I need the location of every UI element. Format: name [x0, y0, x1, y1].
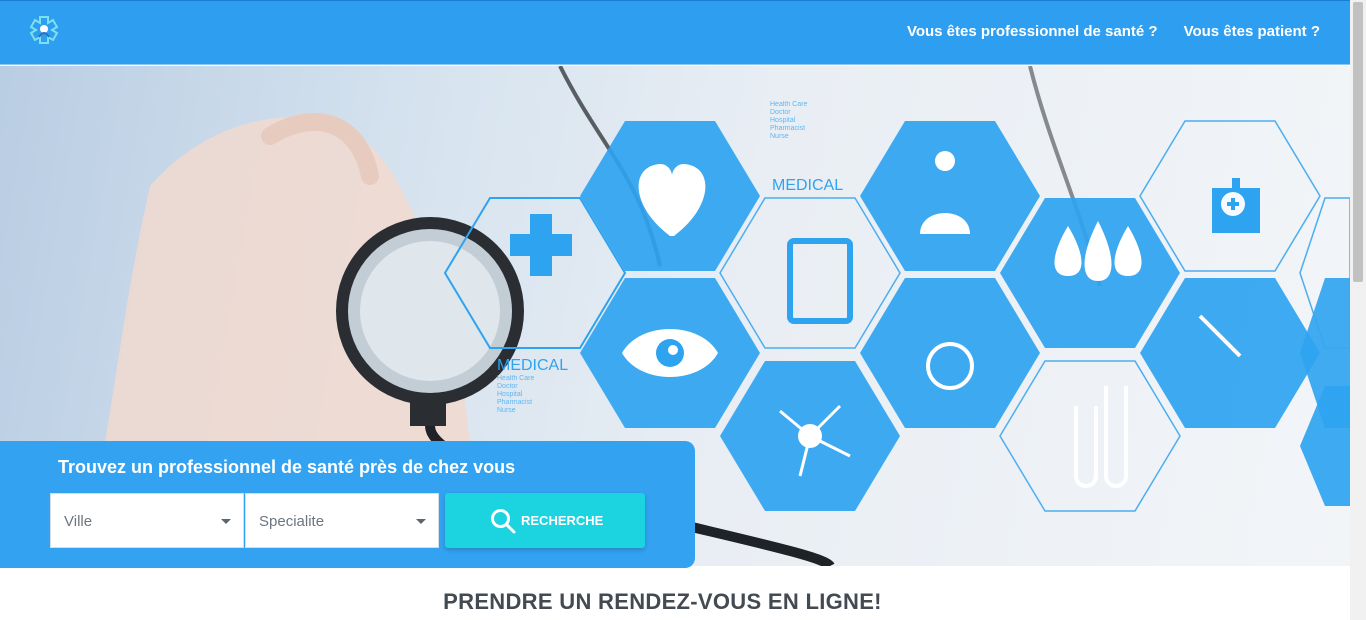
svg-text:Nurse: Nurse — [770, 133, 789, 140]
city-select[interactable]: Ville — [50, 493, 244, 548]
svg-text:Pharmacist: Pharmacist — [770, 125, 805, 132]
search-panel: Trouvez un professionnel de santé près d… — [0, 441, 695, 568]
svg-text:Hospital: Hospital — [497, 391, 523, 398]
search-button[interactable]: RECHERCHE — [445, 493, 645, 548]
svg-text:Health Care: Health Care — [770, 101, 807, 108]
nav-link-professional[interactable]: Vous êtes professionnel de santé ? — [907, 23, 1158, 40]
svg-text:Doctor: Doctor — [770, 109, 791, 116]
svg-text:Health Care: Health Care — [497, 375, 534, 382]
logo-icon[interactable] — [28, 13, 60, 45]
section-title: PRENDRE UN RENDEZ-VOUS EN LIGNE! — [443, 589, 882, 614]
top-navbar: Vous êtes professionnel de santé ? Vous … — [0, 0, 1350, 65]
chevron-down-icon — [221, 519, 231, 524]
chevron-down-icon — [416, 519, 426, 524]
city-select-placeholder: Ville — [64, 513, 93, 530]
search-button-label: RECHERCHE — [521, 513, 604, 528]
nav-link-patient[interactable]: Vous êtes patient ? — [1184, 23, 1320, 40]
page-scrollbar[interactable] — [1350, 0, 1366, 620]
svg-text:Hospital: Hospital — [770, 117, 796, 124]
hex-label-medical-top: MEDICAL — [772, 177, 843, 194]
hex-small-words-bottom: Health Care Doctor Hospital Pharmacist N… — [497, 375, 534, 414]
svg-text:Nurse: Nurse — [497, 407, 516, 414]
hex-label-medical-bottom: MEDICAL — [497, 357, 568, 374]
search-icon — [491, 509, 516, 534]
specialty-select-placeholder: Specialite — [259, 513, 325, 530]
scrollbar-thumb[interactable] — [1353, 2, 1363, 282]
main-nav: Vous êtes professionnel de santé ? Vous … — [907, 23, 1320, 40]
specialty-select[interactable]: Specialite — [245, 493, 439, 548]
search-title: Trouvez un professionnel de santé près d… — [58, 457, 516, 477]
hex-small-words-top: Health Care Doctor Hospital Pharmacist N… — [770, 101, 807, 140]
svg-text:Doctor: Doctor — [497, 383, 518, 390]
svg-text:Pharmacist: Pharmacist — [497, 399, 532, 406]
